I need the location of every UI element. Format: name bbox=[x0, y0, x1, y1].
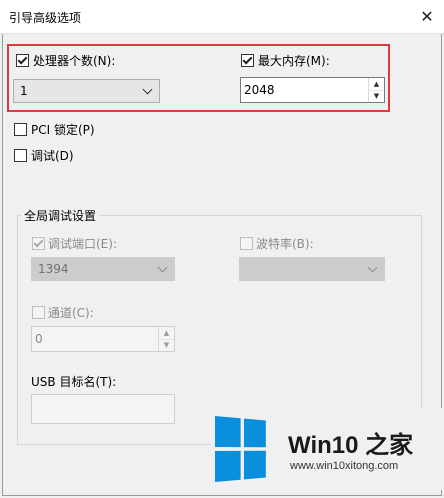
baud-rate-select[interactable] bbox=[239, 257, 385, 281]
usb-target-input[interactable] bbox=[31, 394, 175, 424]
debug-checkbox[interactable] bbox=[14, 149, 27, 162]
watermark-url: www.win10xitong.com bbox=[290, 460, 399, 472]
debug-port-checkbox[interactable] bbox=[32, 237, 45, 250]
usb-target-label: USB 目标名(T): bbox=[31, 375, 117, 389]
spin-down-icon[interactable]: ▼ bbox=[159, 339, 174, 351]
channel-value: 0 bbox=[35, 332, 43, 346]
chevron-down-icon bbox=[367, 262, 378, 273]
window-title: 引导高级选项 bbox=[9, 11, 82, 25]
highlight-box bbox=[7, 44, 390, 112]
debug-label: 调试(D) bbox=[31, 149, 74, 163]
global-debug-title: 全局调试设置 bbox=[21, 207, 100, 224]
pci-lock-label: PCI 锁定(P) bbox=[31, 123, 95, 137]
debug-port-select[interactable]: 1394 bbox=[31, 257, 175, 281]
watermark: Win10 之家 www.win10xitong.com bbox=[210, 408, 442, 490]
channel-label: 通道(C): bbox=[48, 306, 94, 320]
title-bar: 引导高级选项 ✕ bbox=[0, 0, 444, 34]
watermark-title: Win10 之家 bbox=[288, 432, 414, 459]
baud-rate-checkbox[interactable] bbox=[240, 237, 253, 250]
channel-spin-buttons: ▲ ▼ bbox=[158, 327, 174, 351]
debug-port-label: 调试端口(E): bbox=[48, 237, 117, 251]
chevron-down-icon bbox=[157, 262, 168, 273]
debug-port-value: 1394 bbox=[38, 262, 69, 276]
channel-checkbox[interactable] bbox=[32, 306, 45, 319]
channel-spinbox[interactable]: 0 ▲ ▼ bbox=[31, 326, 175, 352]
baud-rate-label: 波特率(B): bbox=[256, 237, 314, 251]
close-icon[interactable]: ✕ bbox=[410, 0, 444, 34]
pci-lock-checkbox[interactable] bbox=[14, 123, 27, 136]
windows-logo-icon bbox=[215, 416, 266, 482]
